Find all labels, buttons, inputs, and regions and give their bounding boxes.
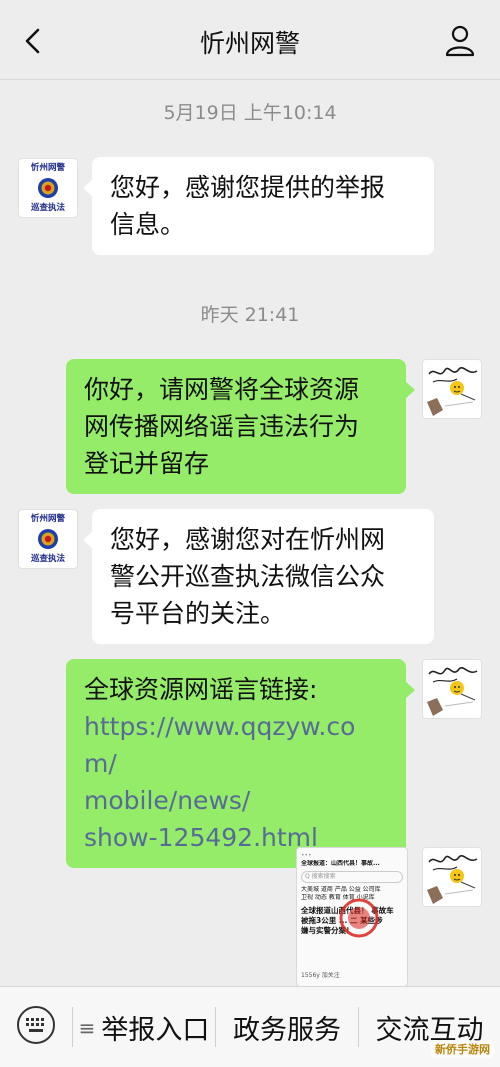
menu-report-entry[interactable]: ≡ 举报入口: [73, 987, 215, 1067]
police-badge-icon: [38, 529, 58, 549]
rumor-link[interactable]: https://www.qqzyw.com/: [84, 708, 388, 782]
outgoing-message[interactable]: 你好，请网警将全球资源 网传播网络谣言违法行为 登记并留存: [66, 359, 415, 494]
police-avatar[interactable]: 忻州网警 巡查执法: [18, 509, 78, 569]
screenshot-image-message[interactable]: ••• 全球报道：山西代县！事故... Q 搜索搜索 大美城 道商 产品 公益 …: [296, 847, 408, 987]
menu-label: 政务服务: [233, 1015, 341, 1046]
handwriting-avatar-icon: [423, 660, 481, 718]
user-avatar[interactable]: [422, 359, 482, 419]
handwriting-avatar-icon: [423, 360, 481, 418]
user-avatar[interactable]: [422, 847, 482, 907]
incoming-message[interactable]: 您好，感谢您提供的举报 信息。: [83, 157, 434, 255]
image-search-row: Q 搜索搜索: [301, 871, 403, 883]
message-line: 你好，请网警将全球资源: [84, 375, 360, 404]
user-profile-icon[interactable]: [442, 22, 478, 58]
image-status-row: •••: [301, 852, 312, 859]
submenu-indicator-icon: ≡: [78, 1015, 96, 1040]
message-timestamp: 5月19日 上午10:14: [163, 102, 337, 124]
message-line: 全球资源网谣言链接:: [84, 675, 318, 704]
red-stamp-icon: [339, 898, 379, 938]
message-line: 您好，感谢您提供的举报: [110, 173, 386, 202]
menu-government-services[interactable]: 政务服务: [216, 987, 358, 1067]
avatar-label: 巡查执法: [30, 554, 65, 564]
avatar-label: 巡查执法: [30, 203, 65, 213]
message-line: 登记并留存: [84, 449, 210, 478]
chat-title: 忻州网警: [199, 29, 300, 58]
police-badge-icon: [38, 178, 58, 198]
image-tabs: 大美城 道商 产品 公益 公司库: [301, 886, 381, 893]
message-line: 网传播网络谣言违法行为: [84, 412, 360, 441]
message-line: 号平台的关注。: [110, 599, 286, 628]
image-headline: 全球报道：山西代县！事故...: [301, 860, 380, 867]
outgoing-link-message[interactable]: 全球资源网谣言链接: https://www.qqzyw.com/ mobile…: [66, 659, 415, 868]
avatar-label: 忻州网警: [30, 163, 65, 173]
image-footer: 1556y 加关注: [301, 972, 340, 979]
rumor-link[interactable]: mobile/news/: [84, 782, 388, 819]
incoming-message[interactable]: 您好，感谢您对在忻州网 警公开巡查执法微信公众 号平台的关注。: [83, 509, 434, 644]
site-watermark: 新侨手游网: [431, 1040, 494, 1058]
official-account-menu-bar: ≡ 举报入口 政务服务 交流互动: [0, 986, 500, 1067]
message-line: 警公开巡查执法微信公众: [110, 562, 386, 591]
keyboard-icon[interactable]: [16, 1005, 56, 1045]
chat-header: 忻州网警: [0, 0, 500, 80]
police-avatar[interactable]: 忻州网警 巡查执法: [18, 158, 78, 218]
user-avatar[interactable]: [422, 659, 482, 719]
handwriting-avatar-icon: [423, 848, 481, 906]
avatar-label: 忻州网警: [30, 514, 65, 524]
message-timestamp: 昨天 21:41: [200, 304, 300, 326]
message-line: 您好，感谢您对在忻州网: [110, 525, 386, 554]
menu-label: 举报入口: [101, 1015, 210, 1046]
message-line: 信息。: [110, 210, 186, 239]
